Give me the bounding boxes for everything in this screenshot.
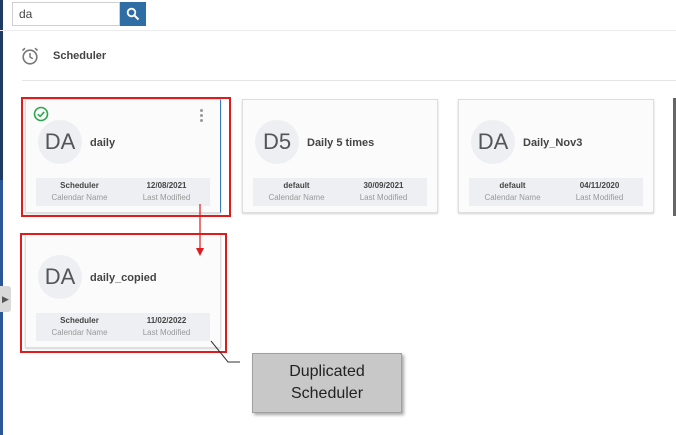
callout-line-1: Duplicated: [289, 363, 365, 380]
annotation-callout: Duplicated Scheduler: [252, 353, 402, 413]
callout-line-2: Scheduler: [290, 385, 364, 402]
